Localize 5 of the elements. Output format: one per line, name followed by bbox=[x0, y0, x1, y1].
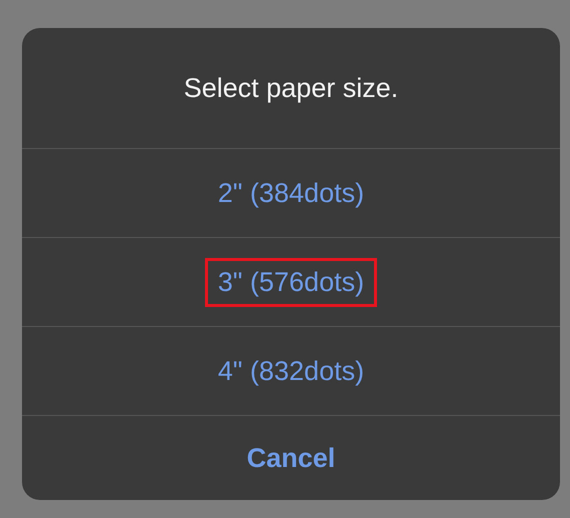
paper-size-option[interactable]: 2" (384dots) bbox=[204, 168, 378, 218]
paper-size-option[interactable]: 3" (576dots) bbox=[204, 258, 378, 306]
paper-size-option[interactable]: 4" (832dots) bbox=[204, 346, 378, 396]
sheet-title: Select paper size. bbox=[182, 72, 400, 105]
cancel-button[interactable]: Cancel bbox=[234, 434, 348, 482]
